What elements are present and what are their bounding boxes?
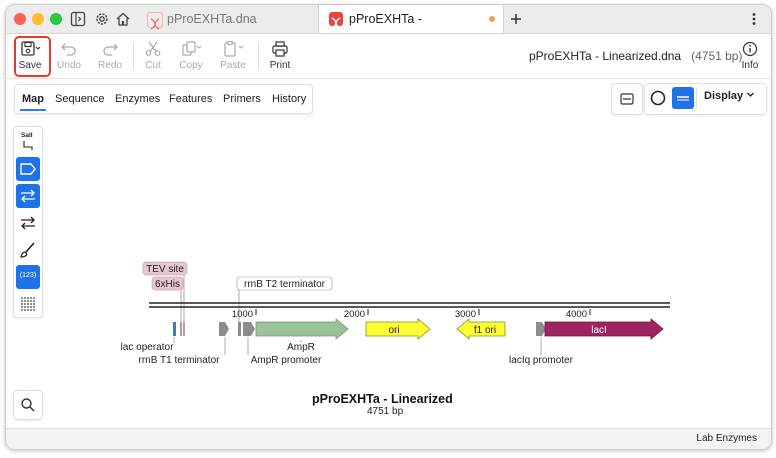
map-title: pProEXHTa - Linearized [312,392,453,406]
app-window: pProEXHTa.dna pProEXHTa - Linearized.dna… [5,4,772,450]
feature-lac-operator[interactable] [173,322,176,336]
map-length: 4751 bp [367,406,404,417]
tick-label-1000: 1000 [232,309,253,320]
laciq-promoter-label: lacIq promoter [509,355,574,366]
sequence-backbone [149,302,670,308]
status-bar: Lab Enzymes [6,428,771,449]
tick-label-3000: 3000 [455,309,476,320]
feature-laciq-promoter[interactable] [536,322,546,336]
tick-label-4000: 4000 [566,309,587,320]
feature-f1-ori[interactable]: f1 ori [456,318,506,340]
feature-6xhis[interactable]: 6xHis [151,276,184,335]
feature-rrnb-t1-terminator[interactable] [219,322,229,336]
feature-ampr[interactable] [255,318,349,340]
feature-his-tev-marks[interactable] [180,322,185,336]
ampr-label: AmpR [287,342,315,353]
feature-ori[interactable]: ori [365,318,431,340]
ampr-promoter-label: AmpR promoter [251,355,322,366]
lac-operator-label: lac operator [121,342,174,353]
tev-site-label: TEV site [146,264,184,275]
feature-rrnb-t2-mark[interactable] [238,322,241,336]
ori-label: ori [388,325,399,336]
feature-ampr-promoter[interactable] [243,322,255,336]
label-leaders [173,337,542,355]
rrnb-t2-label: rrnB T2 terminator [244,279,326,290]
laci-label: lacI [591,325,607,336]
tick-label-2000: 2000 [344,309,365,320]
6xhis-label: 6xHis [155,279,180,290]
linear-map: TEV site 6xHis rrnB T2 terminator 1000 2… [121,261,670,366]
enzyme-set-status[interactable]: Lab Enzymes [696,433,757,444]
feature-laci[interactable]: lacI [544,318,664,340]
f1-ori-label: f1 ori [474,325,496,336]
rrnb-t1-label: rrnB T1 terminator [139,355,221,366]
ruler-ticks: 1000 2000 3000 4000 [232,309,591,320]
